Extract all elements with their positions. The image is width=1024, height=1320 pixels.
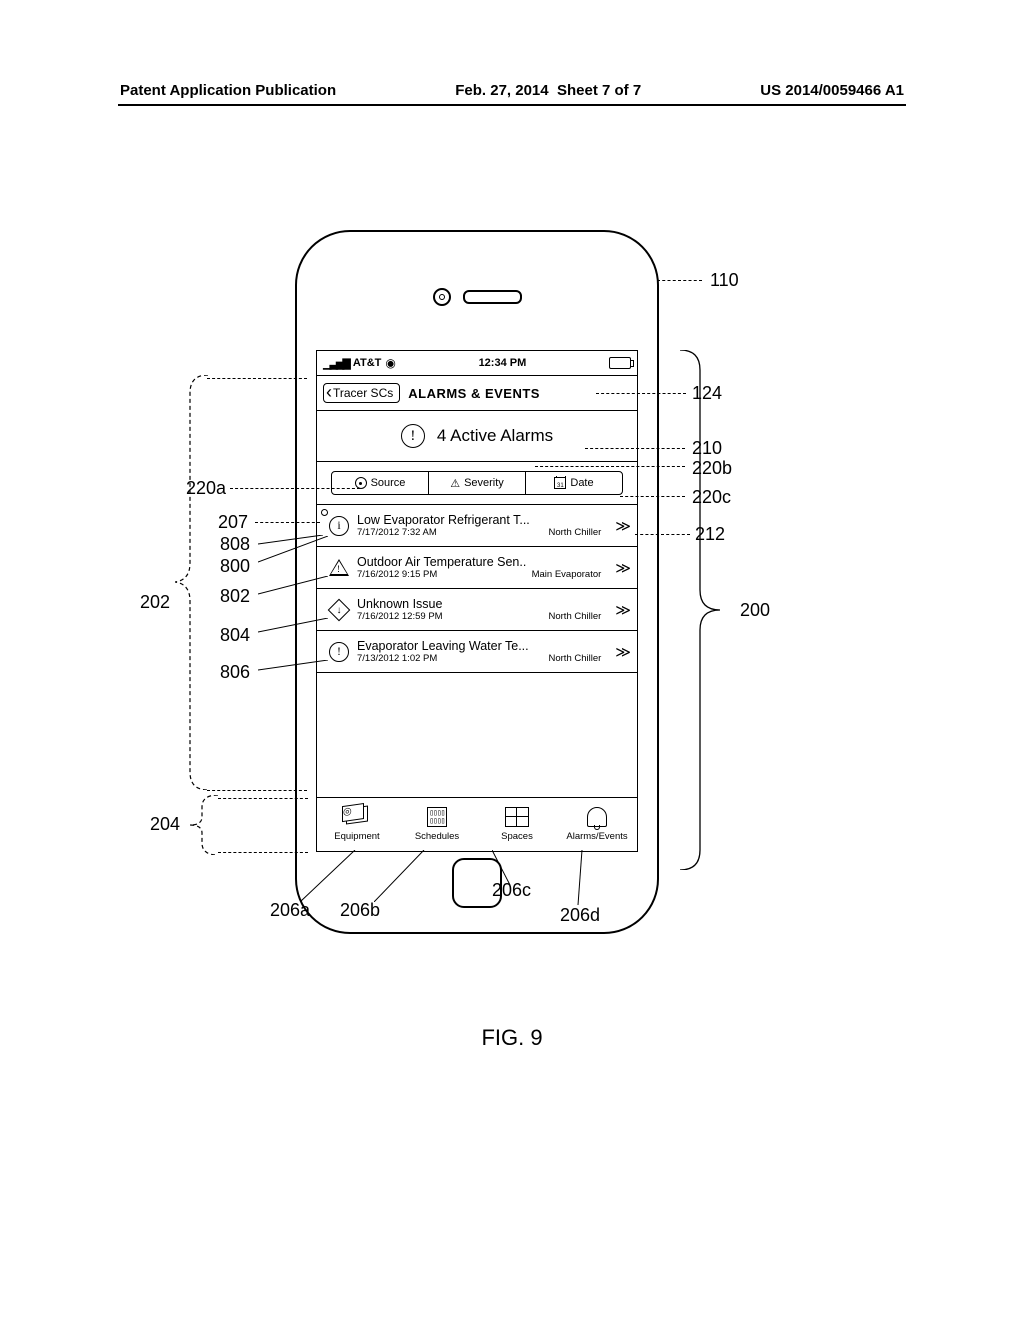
leader-800 xyxy=(258,536,328,566)
publication-number: US 2014/0059466 A1 xyxy=(760,82,904,99)
alarm-location: North Chiller xyxy=(549,653,602,664)
alarm-title: Unknown Issue xyxy=(357,597,607,611)
row-icon: ↓ xyxy=(329,600,349,620)
alarm-location: North Chiller xyxy=(549,527,602,538)
phone-outline: ▁▃▅▇ AT&T ◉ 12:34 PM Tracer SCs ALARMS &… xyxy=(295,230,659,934)
leader-206d xyxy=(570,850,590,905)
row-icon: ! xyxy=(329,558,349,578)
callout-808: 808 xyxy=(220,534,250,555)
clock: 12:34 PM xyxy=(400,357,605,369)
chevron-right-icon: ≫ xyxy=(615,643,631,661)
leader xyxy=(218,798,308,799)
callout-207: 207 xyxy=(218,512,248,533)
callout-806: 806 xyxy=(220,662,250,683)
leader xyxy=(207,378,307,379)
callout-206d: 206d xyxy=(560,905,600,926)
signal-icon: ▁▃▅▇ xyxy=(323,357,349,370)
figure-caption: FIG. 9 xyxy=(0,1025,1024,1051)
header-rule xyxy=(118,104,906,106)
leader xyxy=(596,393,686,394)
page-header: Patent Application Publication Feb. 27, … xyxy=(120,82,904,99)
leader xyxy=(535,466,685,467)
segment-source[interactable]: Source xyxy=(331,471,429,495)
publication-date: Feb. 27, 2014 Sheet 7 of 7 xyxy=(455,82,641,99)
equipment-icon xyxy=(346,805,368,824)
row-icon: ! xyxy=(329,642,349,662)
callout-804: 804 xyxy=(220,625,250,646)
leader-802 xyxy=(258,576,328,598)
active-alarms-text: 4 Active Alarms xyxy=(437,426,553,446)
brace-200 xyxy=(675,350,735,870)
carrier-label: AT&T xyxy=(353,357,382,369)
leader xyxy=(218,852,308,853)
callout-204: 204 xyxy=(150,814,180,835)
leader xyxy=(657,280,702,281)
alarm-title: Evaporator Leaving Water Te... xyxy=(357,639,607,653)
alarm-title: Low Evaporator Refrigerant T... xyxy=(357,513,607,527)
tab-spaces[interactable]: Spaces xyxy=(477,798,557,851)
leader xyxy=(255,522,320,523)
tab-alarms-events[interactable]: Alarms/Events xyxy=(557,798,637,851)
leader xyxy=(585,448,685,449)
back-button[interactable]: Tracer SCs xyxy=(323,383,400,403)
leader-206b xyxy=(374,850,426,902)
tab-equipment[interactable]: Equipment xyxy=(317,798,397,851)
battery-icon xyxy=(609,357,631,369)
row-icon: i xyxy=(329,516,349,536)
alarm-list: i Low Evaporator Refrigerant T... 7/17/2… xyxy=(317,505,637,797)
nav-header: Tracer SCs ALARMS & EVENTS xyxy=(317,376,637,411)
chevron-right-icon: ≫ xyxy=(615,559,631,577)
callout-202: 202 xyxy=(140,592,170,613)
alarm-row[interactable]: i Low Evaporator Refrigerant T... 7/17/2… xyxy=(317,505,637,547)
chevron-right-icon: ≫ xyxy=(615,601,631,619)
segment-date[interactable]: Date xyxy=(525,471,623,495)
alarm-time: 7/13/2012 1:02 PM xyxy=(357,653,437,664)
alarm-row[interactable]: ! Outdoor Air Temperature Sen.. 7/16/201… xyxy=(317,547,637,589)
speaker-slot xyxy=(463,290,522,304)
alarm-row[interactable]: ↓ Unknown Issue 7/16/2012 12:59 PM North … xyxy=(317,589,637,631)
unread-dot xyxy=(321,509,328,516)
callout-802: 802 xyxy=(220,586,250,607)
callout-110: 110 xyxy=(710,270,739,291)
phone-sensors xyxy=(297,288,657,306)
tab-bar: Equipment ▯▯▯▯▯▯▯▯ Schedules Spaces Alar… xyxy=(317,797,637,851)
screen: ▁▃▅▇ AT&T ◉ 12:34 PM Tracer SCs ALARMS &… xyxy=(316,350,638,852)
alarm-time: 7/16/2012 9:15 PM xyxy=(357,569,437,580)
leader-806 xyxy=(258,660,328,674)
figure-stage: ▁▃▅▇ AT&T ◉ 12:34 PM Tracer SCs ALARMS &… xyxy=(140,230,885,985)
leader xyxy=(207,790,307,791)
segment-severity[interactable]: ⚠Severity xyxy=(429,471,525,495)
brace-202 xyxy=(175,375,210,790)
alarm-title: Outdoor Air Temperature Sen.. xyxy=(357,555,607,569)
callout-200: 200 xyxy=(740,600,770,621)
callout-206c: 206c xyxy=(492,880,531,901)
alarm-location: Main Evaporator xyxy=(532,569,602,580)
leader-206a xyxy=(300,850,360,902)
callout-206a: 206a xyxy=(270,900,310,921)
tab-schedules[interactable]: ▯▯▯▯▯▯▯▯ Schedules xyxy=(397,798,477,851)
alert-icon: ! xyxy=(401,424,425,448)
callout-800: 800 xyxy=(220,556,250,577)
wifi-icon: ◉ xyxy=(385,356,395,370)
spaces-icon xyxy=(505,807,529,827)
alarm-time: 7/17/2012 7:32 AM xyxy=(357,527,437,538)
callout-206b: 206b xyxy=(340,900,380,921)
chevron-right-icon: ≫ xyxy=(615,517,631,535)
camera-icon xyxy=(433,288,451,306)
bell-icon xyxy=(587,807,607,827)
date-icon xyxy=(554,477,566,489)
sort-segmented-control: Source ⚠Severity Date xyxy=(317,462,637,505)
publication-label: Patent Application Publication xyxy=(120,82,336,99)
schedules-icon: ▯▯▯▯▯▯▯▯ xyxy=(427,807,446,827)
active-alarms-banner: ! 4 Active Alarms xyxy=(317,411,637,462)
leader xyxy=(230,488,360,489)
severity-icon: ⚠ xyxy=(450,477,460,490)
alarm-time: 7/16/2012 12:59 PM xyxy=(357,611,443,622)
leader-804 xyxy=(258,618,328,636)
alarm-location: North Chiller xyxy=(549,611,602,622)
page-title: ALARMS & EVENTS xyxy=(408,386,540,401)
brace-204 xyxy=(190,795,220,855)
status-bar: ▁▃▅▇ AT&T ◉ 12:34 PM xyxy=(317,351,637,376)
alarm-row[interactable]: ! Evaporator Leaving Water Te... 7/13/20… xyxy=(317,631,637,673)
